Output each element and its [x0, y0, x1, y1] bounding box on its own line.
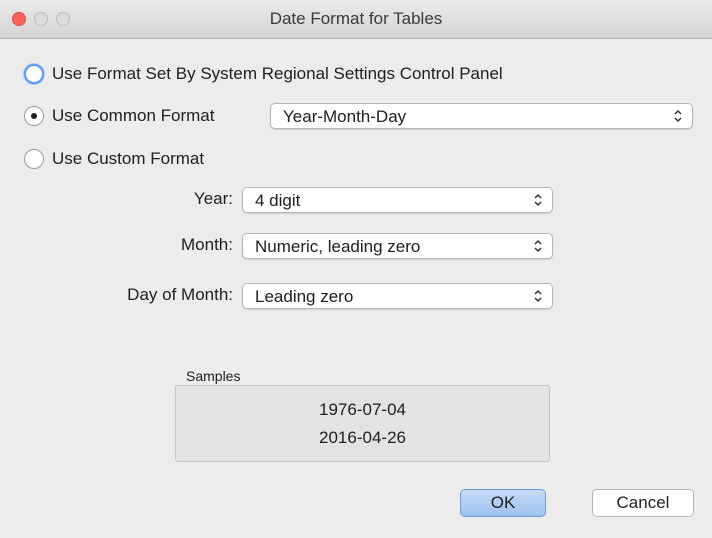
radio-button[interactable] [24, 149, 44, 169]
year-popup[interactable]: 4 digit [242, 187, 553, 213]
day-of-month-popup[interactable]: Leading zero [242, 283, 553, 309]
day-of-month-label: Day of Month: [127, 285, 233, 304]
ok-button[interactable]: OK [460, 489, 546, 517]
sample-date: 1976-07-04 [319, 400, 406, 419]
common-format-popup[interactable]: Year-Month-Day [270, 103, 693, 129]
updown-chevron-icon [534, 239, 542, 253]
month-value: Numeric, leading zero [255, 237, 421, 256]
sample-date: 2016-04-26 [319, 428, 406, 447]
updown-chevron-icon [534, 289, 542, 303]
cancel-button[interactable]: Cancel [592, 489, 694, 517]
radio-custom-format[interactable]: Use Custom Format [24, 146, 204, 172]
radio-button[interactable] [24, 64, 44, 84]
samples-label: Samples [186, 368, 241, 384]
month-popup[interactable]: Numeric, leading zero [242, 233, 553, 259]
updown-chevron-icon [674, 109, 682, 123]
samples-box: 1976-07-04 2016-04-26 [175, 385, 550, 462]
radio-common-format[interactable]: Use Common Format [24, 103, 214, 129]
day-of-month-value: Leading zero [255, 287, 354, 306]
dialog-window: Date Format for Tables Use Format Set By… [0, 0, 712, 538]
radio-common-label: Use Common Format [52, 106, 215, 125]
month-label: Month: [181, 235, 233, 254]
window-title: Date Format for Tables [269, 9, 443, 28]
radio-button[interactable] [24, 106, 44, 126]
year-label: Year: [193, 189, 233, 208]
radio-system-label: Use Format Set By System Regional Settin… [52, 64, 503, 83]
year-value: 4 digit [255, 191, 301, 210]
radio-custom-label: Use Custom Format [52, 149, 205, 168]
radio-system-format[interactable]: Use Format Set By System Regional Settin… [24, 61, 503, 87]
radio-selected-dot [31, 113, 37, 119]
common-format-value: Year-Month-Day [283, 107, 407, 126]
updown-chevron-icon [534, 193, 542, 207]
title-bar: Date Format for Tables [0, 0, 712, 39]
